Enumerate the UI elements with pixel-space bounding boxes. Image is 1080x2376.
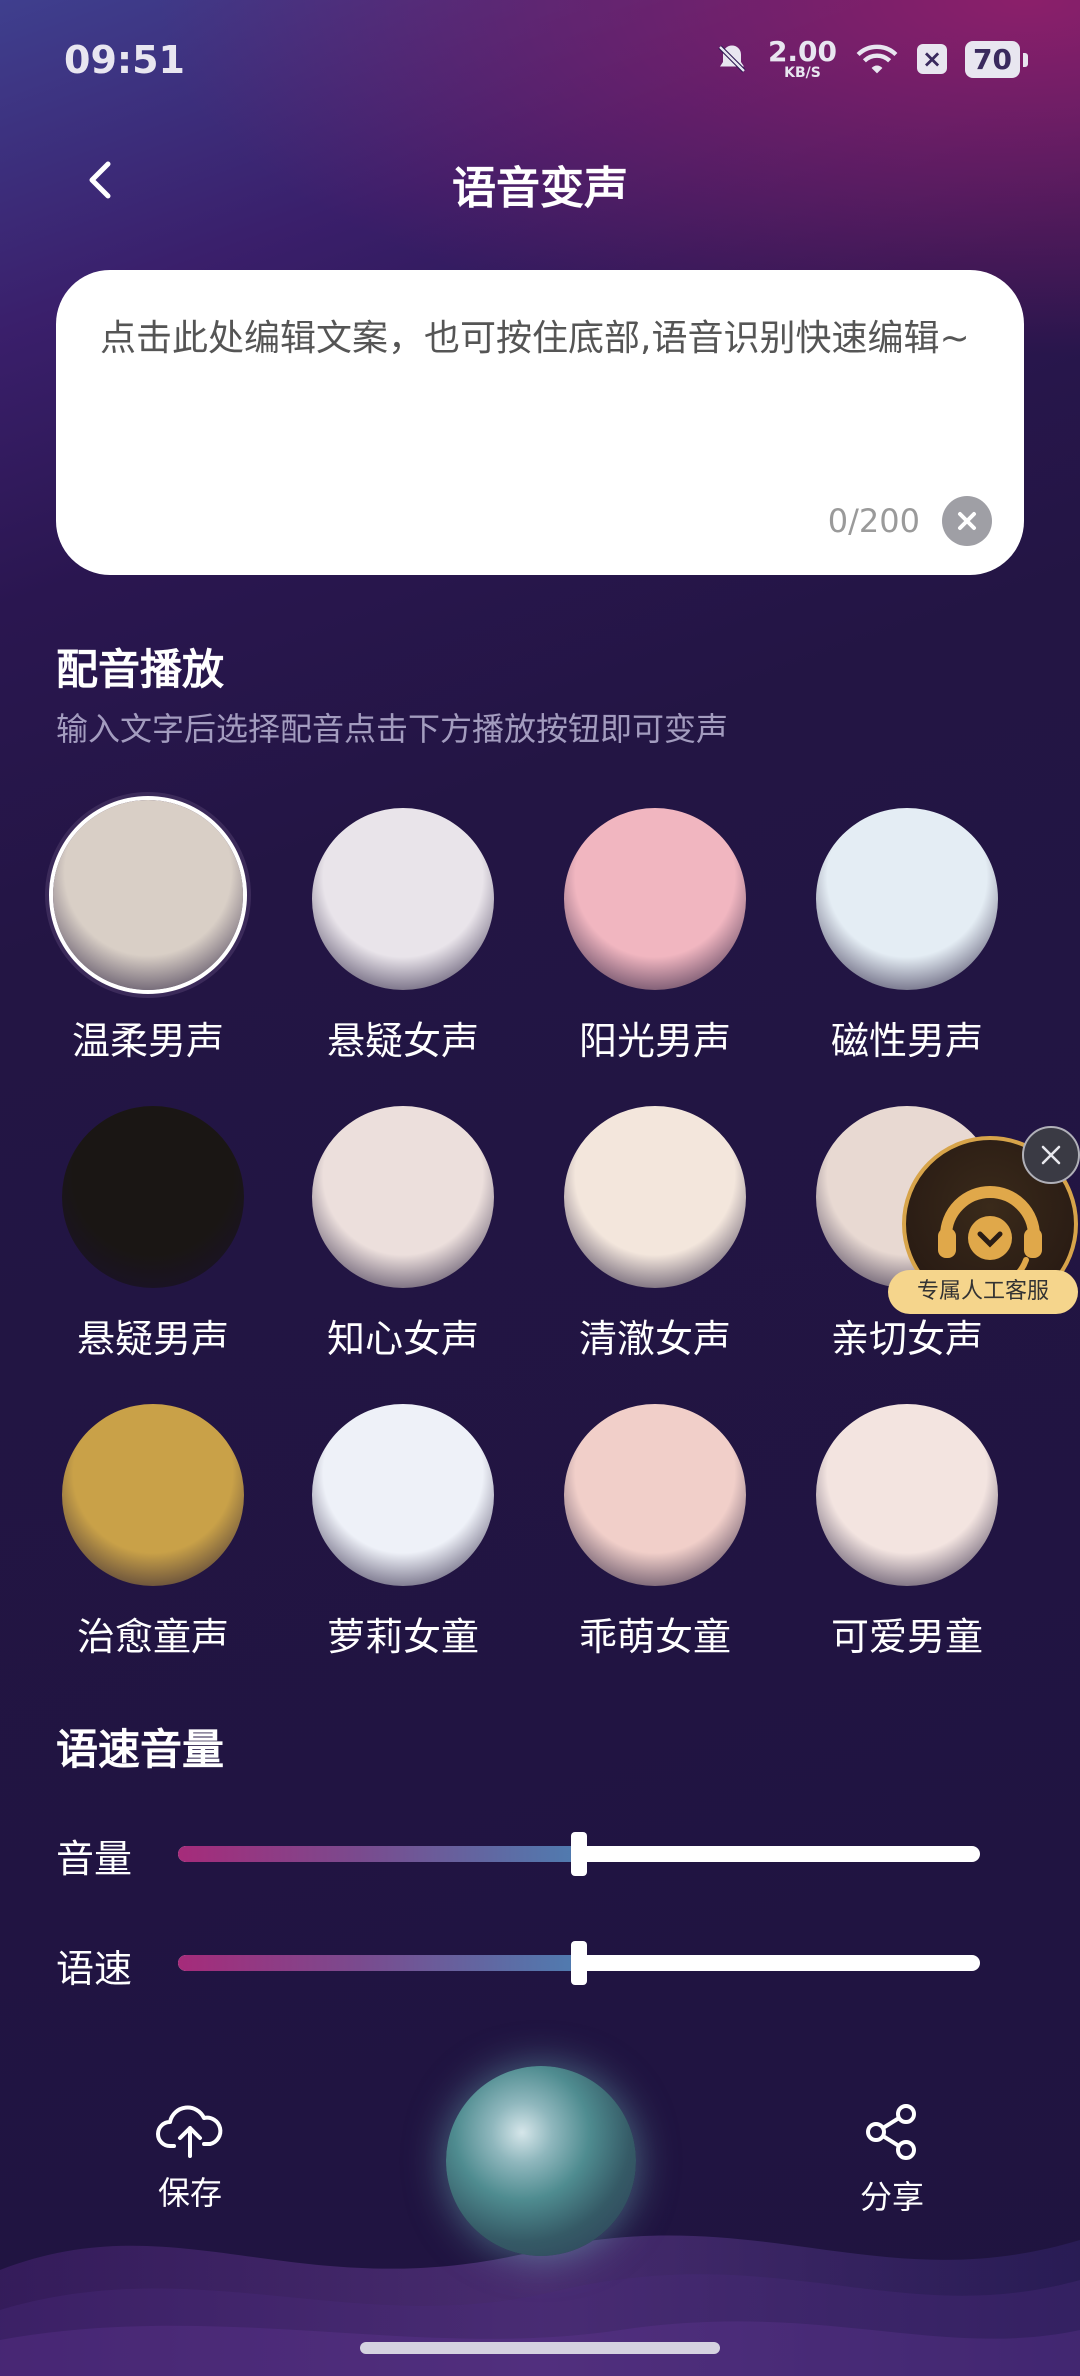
voice-item[interactable]: 磁性男声 — [807, 808, 1007, 1065]
speed-slider[interactable] — [178, 1941, 980, 1985]
sim-x-icon: × — [917, 44, 948, 74]
avatar — [564, 808, 746, 990]
share-label: 分享 — [859, 2178, 924, 2216]
clear-text-button[interactable] — [942, 496, 992, 546]
status-icons: 2.00 KB/S × 70 — [714, 35, 1028, 81]
voice-item[interactable]: 可爱男童 — [807, 1404, 1007, 1661]
dubbing-title: 配音播放 — [56, 645, 225, 694]
volume-label: 音量 — [56, 1837, 133, 1881]
voice-item[interactable]: 清澈女声 — [555, 1106, 755, 1363]
voice-item[interactable]: 治愈童声 — [53, 1404, 253, 1661]
speed-volume-title: 语速音量 — [56, 1725, 225, 1774]
voice-label: 萝莉女童 — [326, 1615, 479, 1659]
home-indicator[interactable] — [360, 2342, 720, 2354]
speed-label: 语速 — [56, 1947, 133, 1991]
network-speed: 2.00 KB/S — [767, 35, 838, 81]
avatar — [62, 1404, 244, 1586]
avatar — [312, 1106, 494, 1288]
voice-label: 磁性男声 — [830, 1019, 983, 1063]
voice-label: 阳光男声 — [578, 1019, 731, 1063]
wifi-icon — [856, 44, 898, 74]
close-icon — [958, 512, 976, 530]
voice-item[interactable]: 悬疑女声 — [303, 808, 503, 1065]
voice-label: 治愈童声 — [76, 1615, 229, 1659]
voice-label: 悬疑男声 — [76, 1317, 229, 1361]
customer-service-label: 专属人工客服 — [888, 1270, 1078, 1314]
page-title: 语音变声 — [452, 163, 628, 214]
avatar — [816, 1404, 998, 1586]
text-input-card[interactable]: 点击此处编辑文案，也可按住底部,语音识别快速编辑~ 0/200 — [56, 270, 1024, 575]
voice-item[interactable]: 悬疑男声 — [53, 1106, 253, 1363]
voice-item[interactable]: 阳光男声 — [555, 808, 755, 1065]
volume-slider-thumb[interactable] — [571, 1832, 587, 1876]
text-input-placeholder[interactable]: 点击此处编辑文案，也可按住底部,语音识别快速编辑~ — [100, 316, 980, 362]
avatar — [62, 1106, 244, 1288]
avatar — [564, 1404, 746, 1586]
avatar — [564, 1106, 746, 1288]
voice-label: 温柔男声 — [71, 1019, 224, 1063]
voice-item[interactable]: 萝莉女童 — [303, 1404, 503, 1661]
cloud-upload-icon — [156, 2105, 223, 2158]
avatar — [312, 808, 494, 990]
save-label: 保存 — [157, 2174, 222, 2212]
close-service-button[interactable] — [1022, 1126, 1080, 1184]
status-bar: 09:51 2.00 KB/S × 70 — [0, 0, 1080, 120]
save-button[interactable]: 保存 — [140, 2100, 240, 2214]
voice-label: 可爱男童 — [830, 1615, 983, 1659]
avatar — [816, 808, 998, 990]
battery-indicator: 70 — [965, 40, 1028, 78]
char-counter: 0/200 — [827, 502, 920, 540]
volume-slider[interactable] — [178, 1832, 980, 1876]
status-time: 09:51 — [64, 38, 185, 82]
share-icon — [866, 2104, 916, 2160]
volume-slider-fill — [178, 1846, 579, 1862]
play-orb-button[interactable] — [446, 2066, 636, 2256]
speed-slider-fill — [178, 1955, 579, 1971]
share-button[interactable]: 分享 — [842, 2100, 942, 2218]
voice-label: 乖萌女童 — [578, 1615, 731, 1659]
voice-item[interactable]: 知心女声 — [303, 1106, 503, 1363]
avatar — [53, 800, 243, 990]
voice-label: 悬疑女声 — [326, 1019, 479, 1063]
speed-slider-thumb[interactable] — [571, 1941, 587, 1985]
avatar — [312, 1404, 494, 1586]
close-icon — [1041, 1145, 1061, 1165]
dubbing-subtitle: 输入文字后选择配音点击下方播放按钮即可变声 — [56, 710, 729, 748]
bell-muted-icon — [718, 45, 746, 73]
voice-item[interactable]: 乖萌女童 — [555, 1404, 755, 1661]
voice-item[interactable]: 温柔男声 — [48, 800, 248, 1065]
voice-label: 清澈女声 — [578, 1317, 731, 1361]
voice-label: 知心女声 — [326, 1317, 479, 1361]
